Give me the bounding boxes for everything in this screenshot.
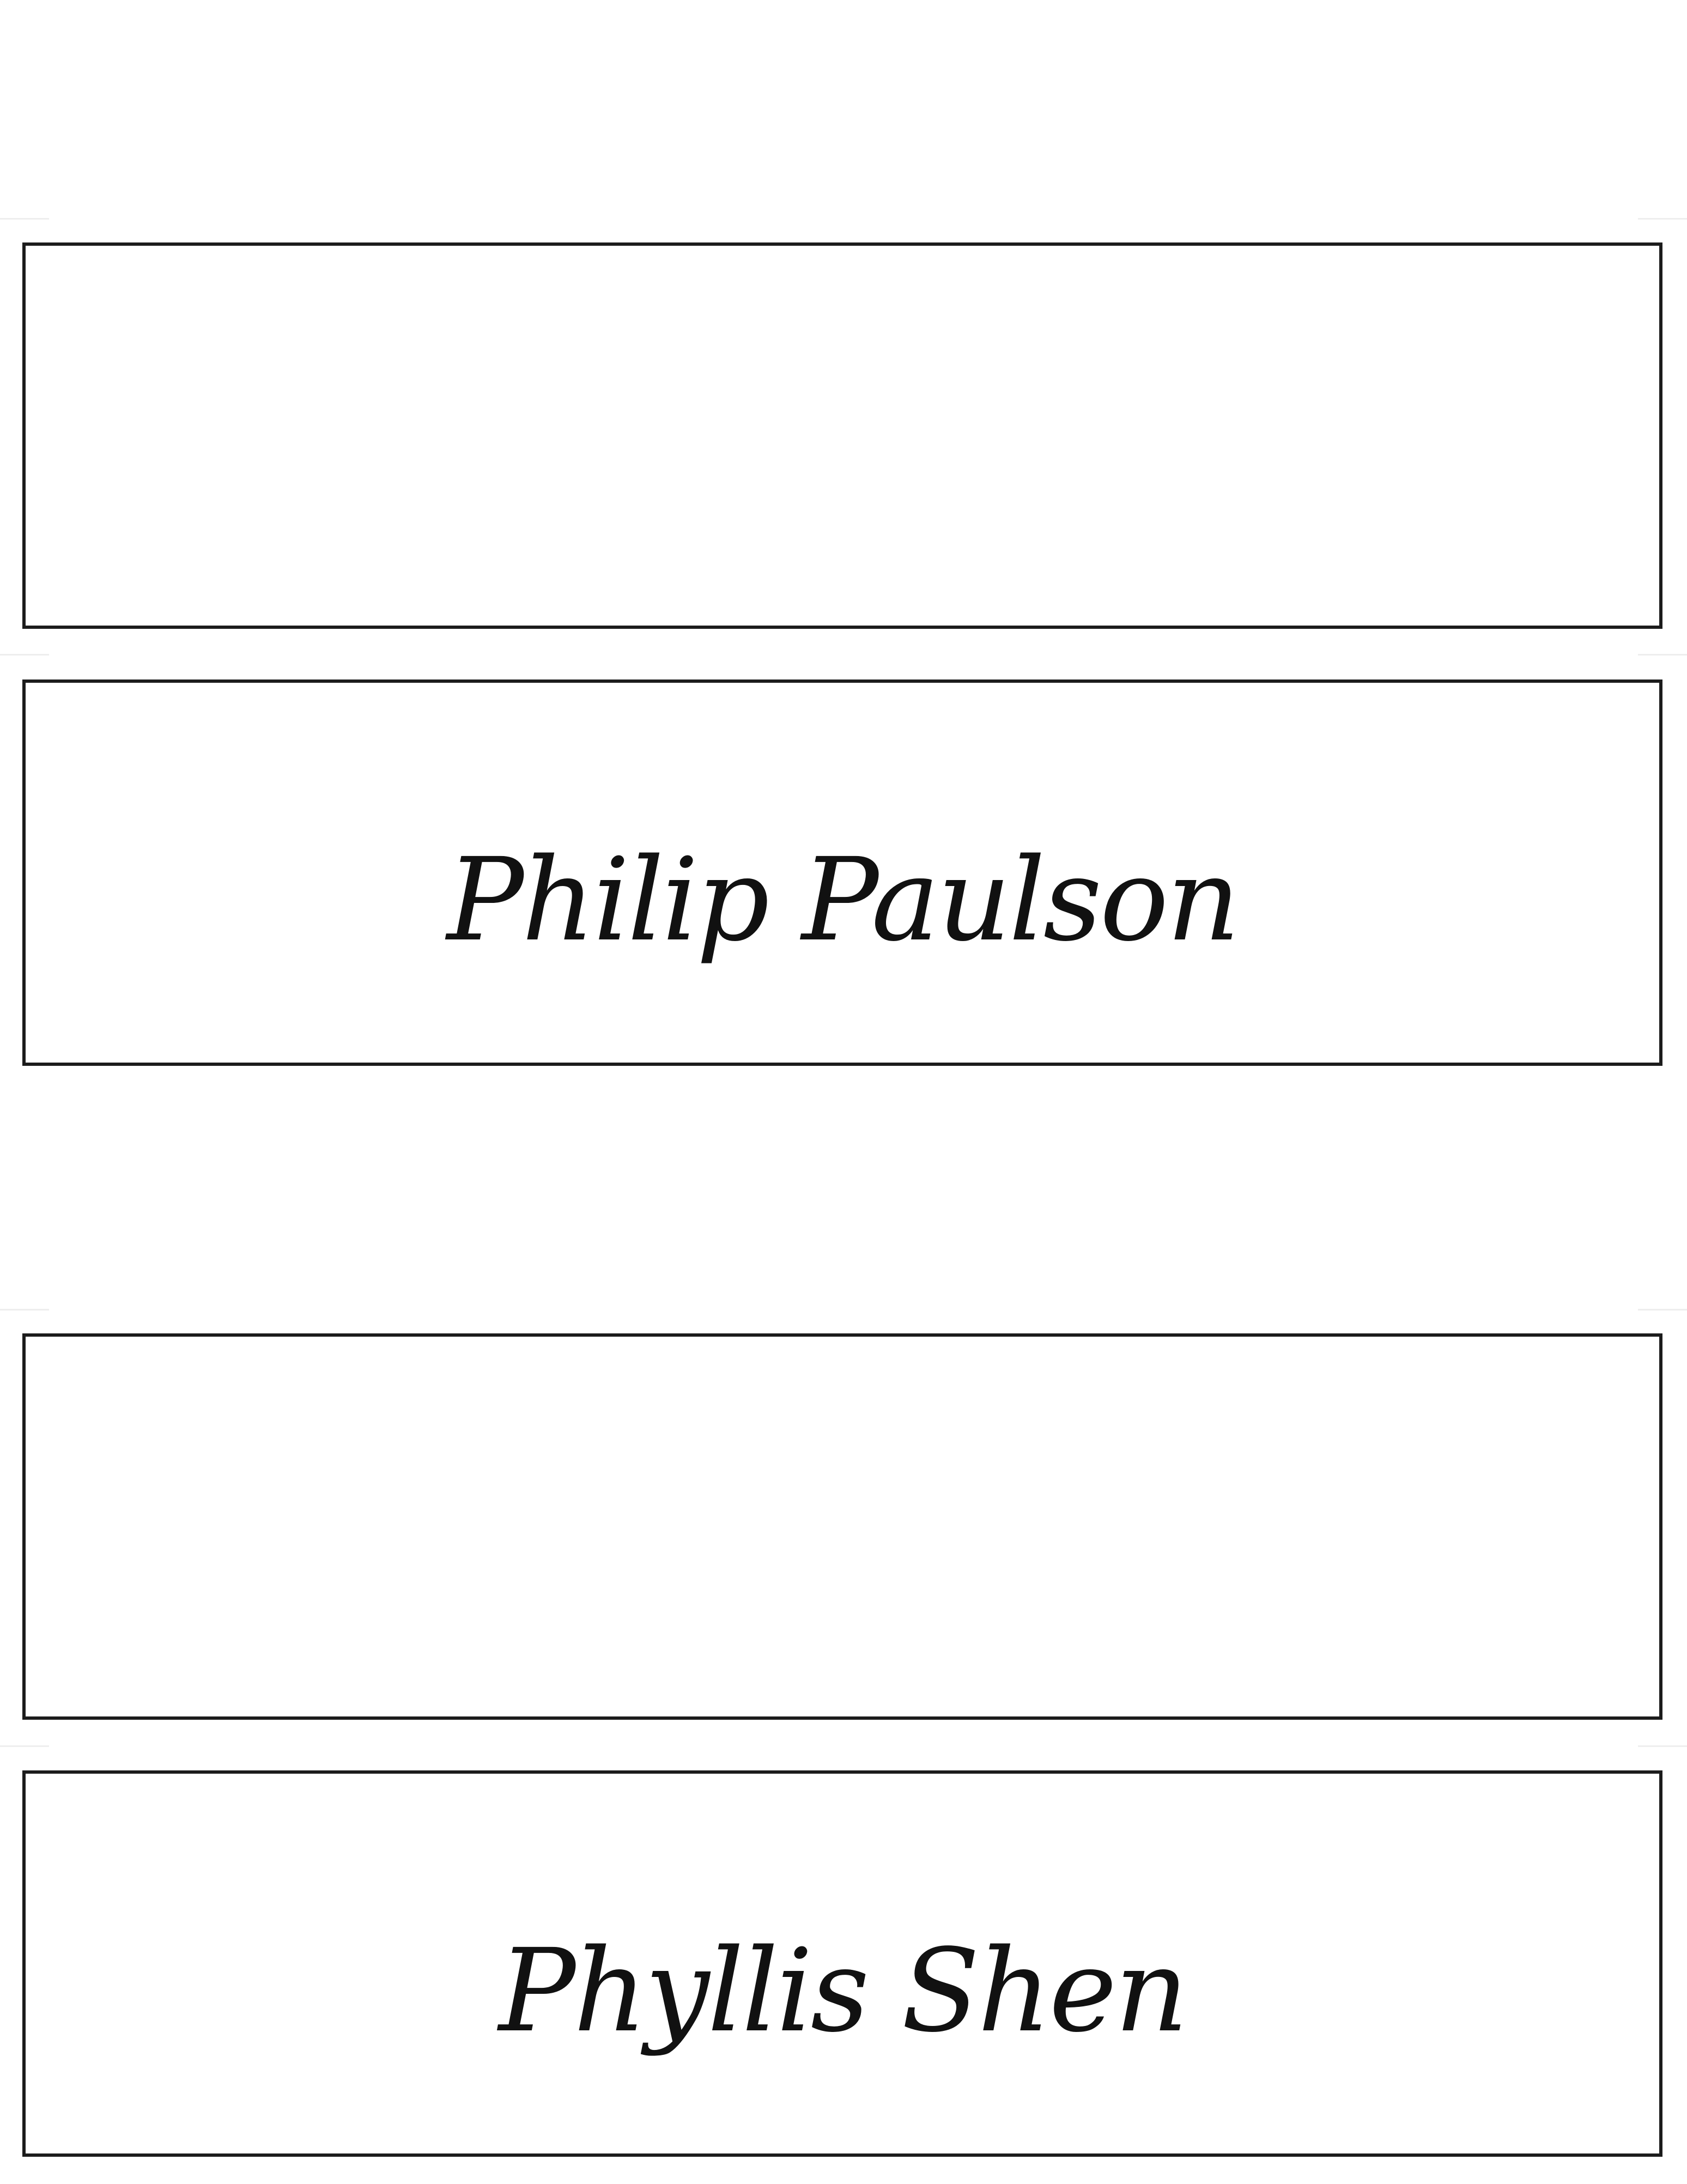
fold-mark (1638, 218, 1687, 220)
fold-mark (1638, 1745, 1687, 1747)
fold-mark (0, 218, 49, 220)
fold-mark (1638, 654, 1687, 656)
guest-name: Phyllis Shen (499, 1924, 1188, 2058)
place-card-2-front-panel: Phyllis Shen (22, 1770, 1662, 2157)
place-card-2-back-panel (22, 1333, 1662, 1720)
guest-name: Philip Paulson (446, 833, 1240, 967)
place-card-1-back-panel (22, 242, 1662, 629)
place-card-1-front-panel: Philip Paulson (22, 680, 1662, 1066)
fold-mark (0, 654, 49, 656)
fold-mark (0, 1745, 49, 1747)
fold-mark (0, 1309, 49, 1311)
fold-mark (1638, 1309, 1687, 1311)
